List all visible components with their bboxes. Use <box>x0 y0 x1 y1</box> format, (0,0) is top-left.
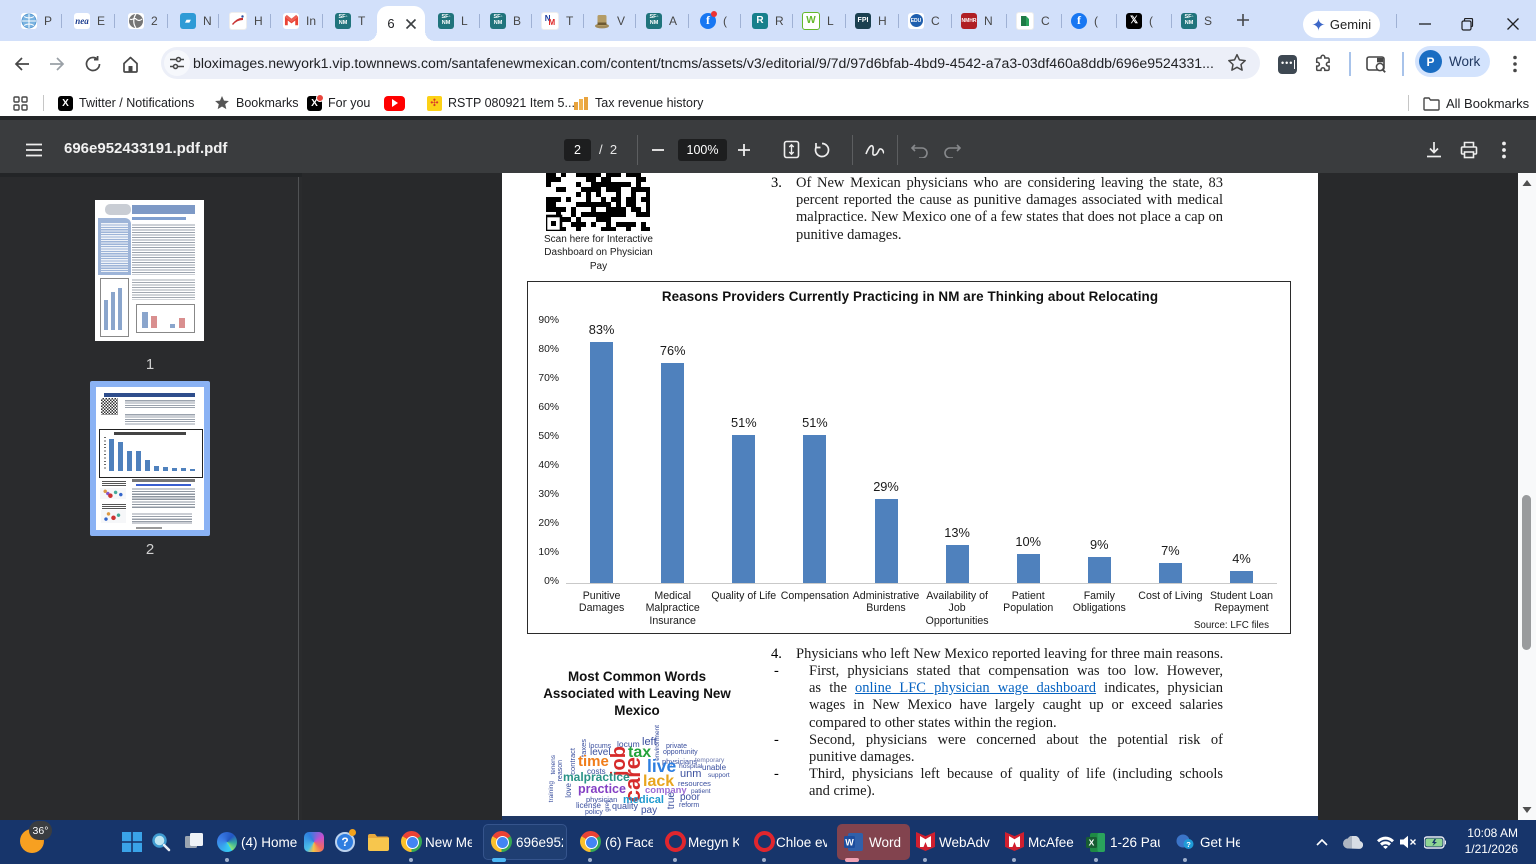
svg-text:W: W <box>845 838 854 848</box>
svg-text:X: X <box>1089 838 1095 848</box>
svg-text:?: ? <box>1186 840 1191 849</box>
